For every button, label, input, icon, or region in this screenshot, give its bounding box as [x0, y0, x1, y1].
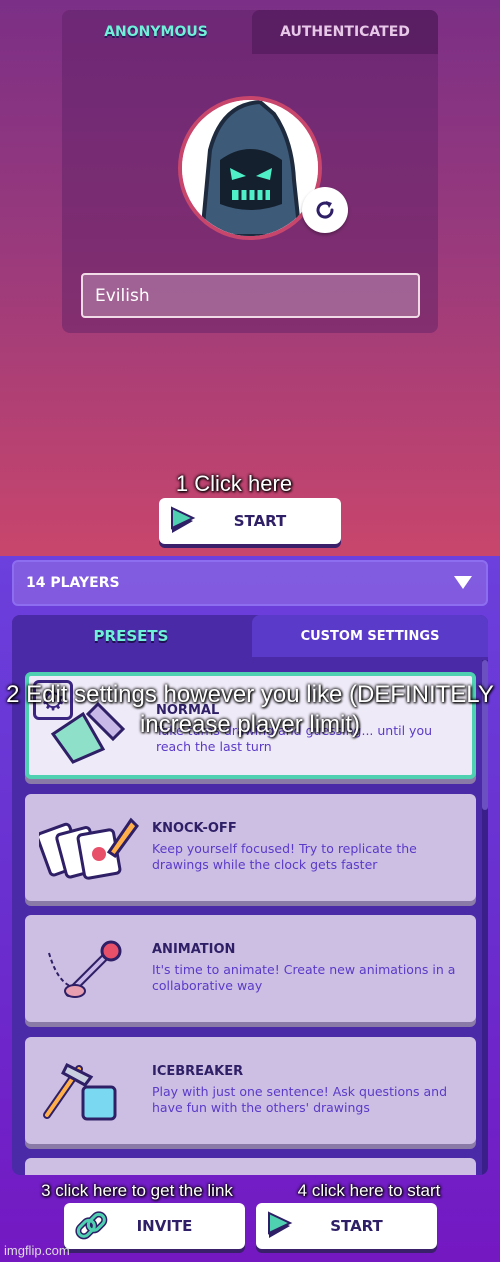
invite-button[interactable]: INVITE [64, 1203, 245, 1249]
annotation-3: 3 click here to get the link [41, 1181, 233, 1200]
hooded-villain-icon [182, 100, 318, 236]
tab-custom-settings[interactable]: CUSTOM SETTINGS [252, 615, 488, 657]
profile-card: ANONYMOUS AUTHENTICATED [62, 10, 438, 333]
icebreaker-illustration-icon [43, 1062, 117, 1121]
tab-authenticated[interactable]: AUTHENTICATED [252, 10, 438, 54]
preset-title: ANIMATION [152, 942, 236, 957]
player-limit-value: 14 PLAYERS [26, 575, 120, 591]
tab-presets[interactable]: PRESETS [12, 615, 250, 657]
triangle-down-icon [454, 576, 472, 589]
nickname-input[interactable] [81, 273, 420, 318]
annotation-2: 2 Edit settings however you like (DEFINI… [6, 681, 494, 738]
watermark: imgflip.com [4, 1243, 70, 1258]
refresh-icon [316, 201, 334, 219]
start-button[interactable]: START [256, 1203, 437, 1249]
preset-animation[interactable]: ANIMATION It's time to animate! Create n… [25, 915, 476, 1022]
preset-description: Play with just one sentence! Ask questio… [152, 1084, 448, 1115]
start-button-top[interactable]: START [159, 498, 341, 544]
start-label: START [330, 1217, 383, 1235]
preset-icebreaker[interactable]: ICEBREAKER Play with just one sentence! … [25, 1037, 476, 1144]
animation-illustration-icon [48, 940, 122, 998]
tab-anonymous[interactable]: ANONYMOUS [62, 10, 250, 54]
preset-description: It's time to animate! Create new animati… [152, 962, 456, 993]
preset-description: Keep yourself focused! Try to replicate … [152, 841, 417, 872]
link-icon [75, 1211, 108, 1240]
preset-knock-off[interactable]: KNOCK-OFF Keep yourself focused! Try to … [25, 794, 476, 901]
player-limit-select[interactable]: 14 PLAYERS [12, 560, 488, 606]
randomize-avatar-button[interactable] [302, 187, 348, 233]
preset-title: KNOCK-OFF [152, 821, 237, 836]
cards-illustration-icon [39, 817, 139, 880]
preset-partial[interactable] [25, 1158, 476, 1175]
start-label: START [233, 512, 287, 530]
annotation-4: 4 click here to start [297, 1181, 441, 1200]
avatar [178, 96, 322, 240]
preset-title: ICEBREAKER [152, 1064, 244, 1079]
play-icon [171, 506, 196, 533]
play-icon [268, 1211, 293, 1238]
annotation-1: 1 Click here [175, 471, 293, 496]
profile-section: ANONYMOUS AUTHENTICATED 1 Click here STA… [0, 0, 500, 556]
invite-label: INVITE [136, 1217, 193, 1235]
